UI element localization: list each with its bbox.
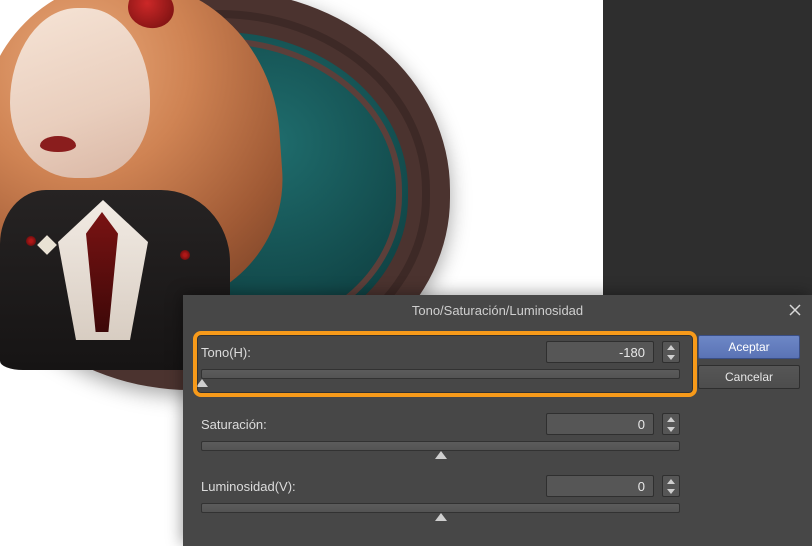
chevron-up-icon	[667, 417, 675, 422]
saturation-spinner[interactable]	[662, 413, 680, 435]
caret-up-icon	[435, 451, 447, 459]
app-background-panel	[603, 0, 812, 296]
hue-slider-thumb[interactable]	[196, 379, 208, 387]
saturation-group: Saturación: 0	[195, 411, 686, 451]
caret-up-icon	[196, 379, 208, 387]
lightness-slider[interactable]	[201, 503, 680, 513]
lightness-group: Luminosidad(V): 0	[195, 473, 686, 513]
dialog-title: Tono/Saturación/Luminosidad	[412, 303, 583, 318]
chevron-down-icon	[667, 489, 675, 494]
close-button[interactable]	[784, 299, 806, 321]
dialog-buttons: Aceptar Cancelar	[698, 333, 800, 535]
hue-label: Tono(H):	[201, 345, 251, 360]
hue-group: Tono(H): -180	[195, 333, 686, 389]
lightness-label: Luminosidad(V):	[201, 479, 296, 494]
chevron-down-icon	[667, 355, 675, 360]
lightness-spinner-down[interactable]	[663, 486, 679, 496]
saturation-spinner-up[interactable]	[663, 414, 679, 424]
ok-button[interactable]: Aceptar	[698, 335, 800, 359]
dialog-titlebar[interactable]: Tono/Saturación/Luminosidad	[183, 295, 812, 325]
hue-saturation-dialog: Tono/Saturación/Luminosidad Tono(H): -18…	[183, 295, 812, 546]
caret-up-icon	[435, 513, 447, 521]
saturation-slider[interactable]	[201, 441, 680, 451]
hue-spinner-up[interactable]	[663, 342, 679, 352]
saturation-value-input[interactable]: 0	[546, 413, 654, 435]
chevron-up-icon	[667, 345, 675, 350]
lightness-slider-thumb[interactable]	[435, 513, 447, 521]
lightness-value-input[interactable]: 0	[546, 475, 654, 497]
cancel-button[interactable]: Cancelar	[698, 365, 800, 389]
saturation-spinner-down[interactable]	[663, 424, 679, 434]
hue-spinner-down[interactable]	[663, 352, 679, 362]
hue-spinner[interactable]	[662, 341, 680, 363]
hue-value-input[interactable]: -180	[546, 341, 654, 363]
chevron-up-icon	[667, 479, 675, 484]
lightness-spinner-up[interactable]	[663, 476, 679, 486]
lightness-spinner[interactable]	[662, 475, 680, 497]
saturation-slider-thumb[interactable]	[435, 451, 447, 459]
chevron-down-icon	[667, 427, 675, 432]
saturation-label: Saturación:	[201, 417, 267, 432]
close-icon	[789, 304, 801, 316]
controls-column: Tono(H): -180	[195, 333, 686, 535]
hue-slider[interactable]	[201, 369, 680, 379]
